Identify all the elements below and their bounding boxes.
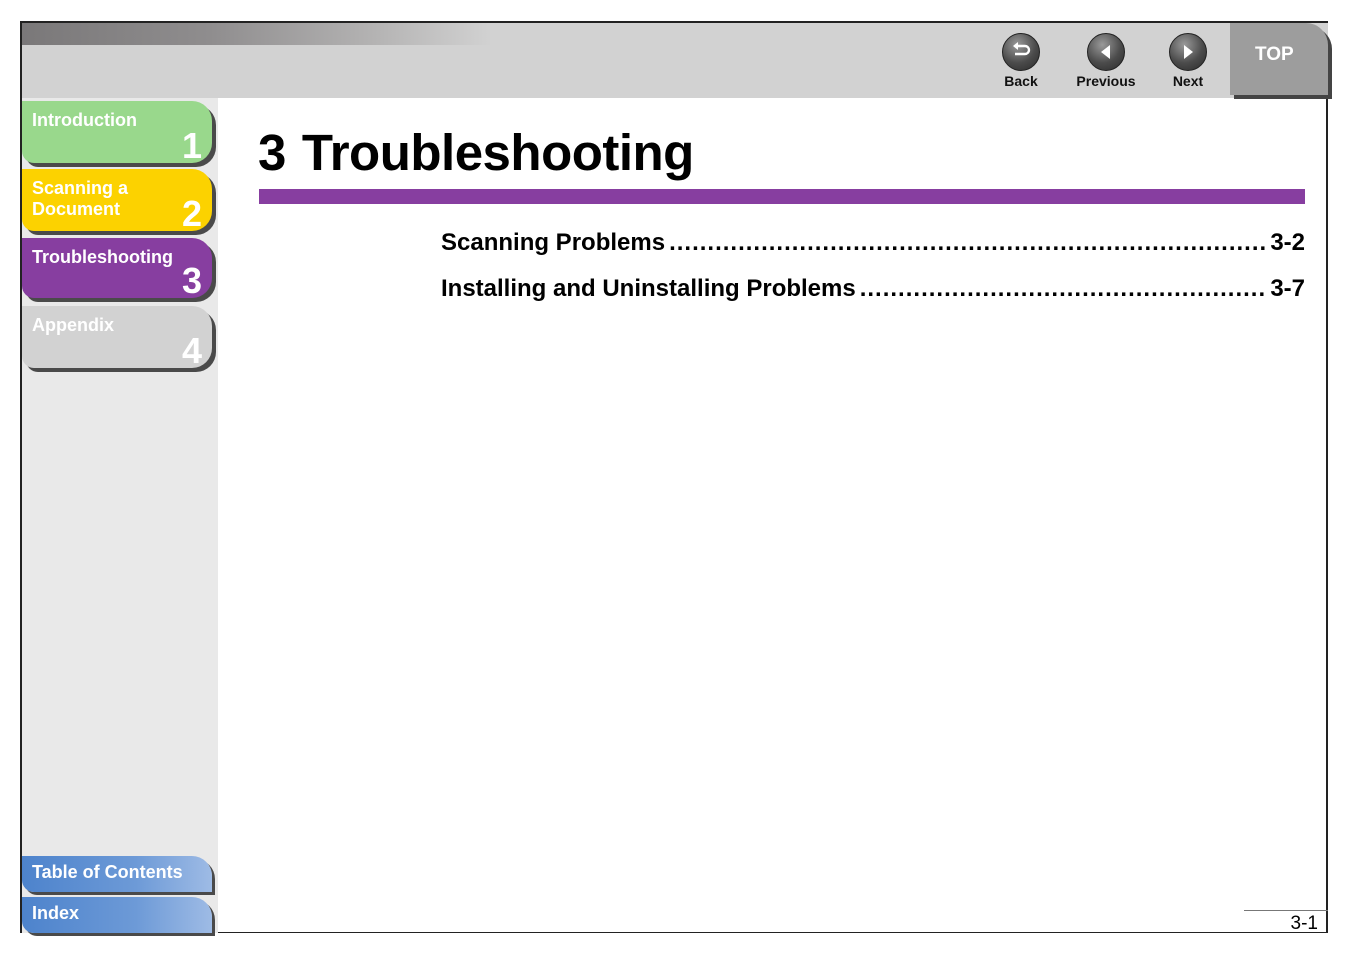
title-rule [259, 189, 1305, 204]
tab-troubleshooting[interactable]: Troubleshooting 3 [22, 238, 212, 301]
back-icon [1002, 33, 1040, 71]
tab-scanning-number: 2 [181, 193, 202, 234]
toolbar-gradient [22, 23, 492, 45]
tab-introduction[interactable]: Introduction 1 [22, 101, 212, 166]
tab-scanning-label-line1: Scanning a [32, 178, 129, 198]
toc-leader-dots [860, 275, 1267, 303]
chapter-number: 3 [258, 124, 286, 181]
tab-introduction-label: Introduction [32, 110, 137, 130]
tab-scanning-a-document[interactable]: Scanning a Document 2 [22, 169, 212, 234]
toc-leader-dots [669, 229, 1266, 257]
index-button[interactable]: Index [22, 897, 212, 933]
previous-button[interactable]: Previous [1071, 33, 1141, 89]
toc-entry-title: Scanning Problems [441, 229, 666, 256]
tab-appendix-label: Appendix [32, 315, 115, 335]
tab-scanning-label-line2: Document [32, 199, 121, 219]
tab-introduction-number: 1 [181, 125, 202, 166]
top-button[interactable]: TOP [1230, 23, 1328, 95]
chapter-title-text: Troubleshooting [301, 124, 694, 181]
toc-entry-scanning-problems[interactable]: Scanning Problems 3-2 [441, 229, 1305, 257]
sidebar: Introduction 1 Scanning a Document 2 Trou… [22, 98, 218, 933]
toc-entry-page: 3-2 [1270, 229, 1305, 256]
table-of-contents-label: Table of Contents [32, 862, 183, 882]
chapter-title: 3 Troubleshooting [258, 123, 694, 182]
previous-icon [1087, 33, 1125, 71]
page-frame: Back Previous Next TOP Introduction 1 Sc… [20, 21, 1328, 934]
next-label: Next [1172, 73, 1204, 89]
page-number: 3-1 [1290, 913, 1318, 934]
tab-scanning-label: Scanning a Document [32, 178, 128, 220]
toc-entry-page: 3-7 [1270, 275, 1305, 302]
toc-entry-title: Installing and Uninstalling Problems [441, 275, 856, 302]
next-button[interactable]: Next [1153, 33, 1223, 89]
previous-label: Previous [1076, 73, 1136, 89]
table-of-contents-button[interactable]: Table of Contents [22, 856, 212, 892]
top-label: TOP [1255, 44, 1294, 65]
tab-troubleshooting-number: 3 [181, 260, 202, 301]
footer-rule [1244, 910, 1328, 911]
back-button[interactable]: Back [986, 33, 1056, 89]
tab-troubleshooting-label: Troubleshooting [32, 247, 173, 267]
top-toolbar: Back Previous Next TOP [22, 23, 1328, 98]
index-label: Index [32, 903, 80, 923]
toc-entry-installing-problems[interactable]: Installing and Uninstalling Problems 3-7 [441, 275, 1305, 303]
back-label: Back [1004, 73, 1038, 89]
tab-appendix[interactable]: Appendix 4 [22, 306, 212, 371]
tab-appendix-number: 4 [181, 330, 202, 371]
next-icon [1169, 33, 1207, 71]
